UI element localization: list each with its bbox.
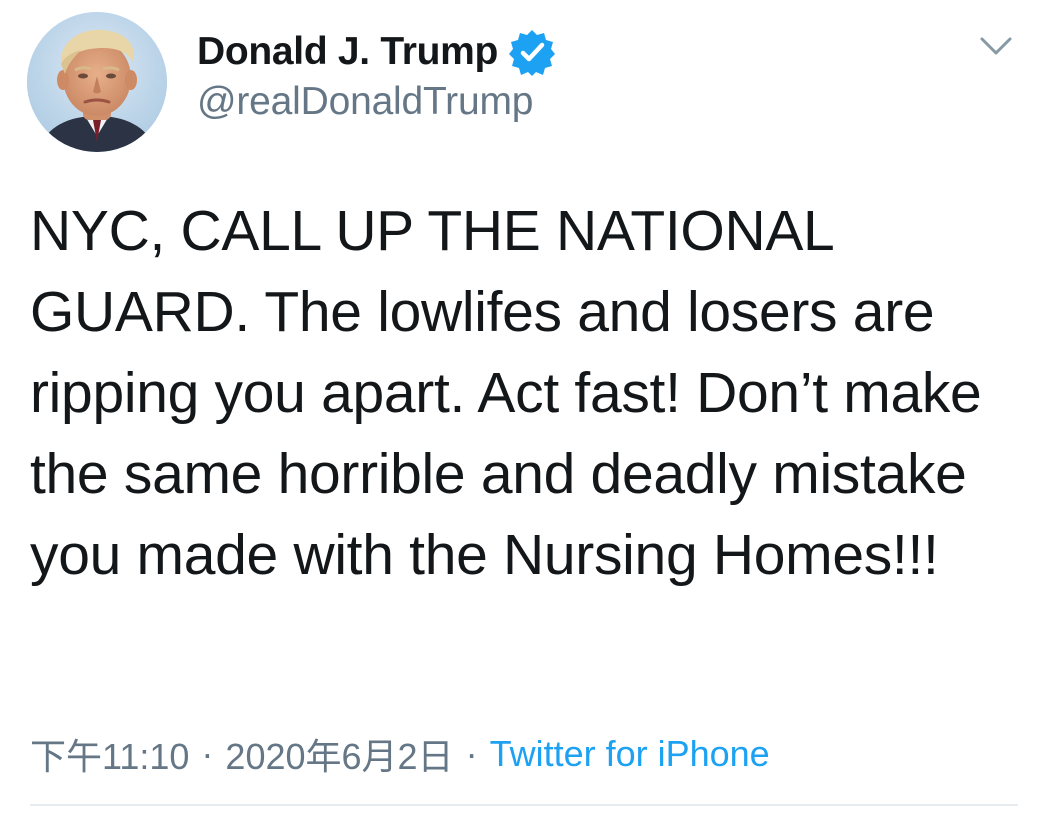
more-options-button[interactable] xyxy=(974,26,1018,66)
tweet-source-link[interactable]: Twitter for iPhone xyxy=(490,733,770,775)
tweet-time[interactable]: 下午11:10 xyxy=(30,728,189,780)
tweet-text: NYC, CALL UP THE NATIONAL GUARD. The low… xyxy=(30,199,982,587)
meta-separator: · xyxy=(201,733,214,774)
divider xyxy=(30,804,1018,806)
tweet-card: Donald J. Trump @realDonaldTrump NYC, CA… xyxy=(0,0,1062,816)
tweet-meta: 下午11:10 · 2020年6月2日 · Twitter for iPhone xyxy=(30,728,770,780)
chevron-down-icon xyxy=(980,37,1012,55)
author-name-row: Donald J. Trump xyxy=(197,26,556,78)
display-name[interactable]: Donald J. Trump xyxy=(197,30,498,74)
author-handle[interactable]: @realDonaldTrump xyxy=(197,80,533,124)
verified-badge-icon xyxy=(508,28,556,76)
avatar[interactable] xyxy=(27,12,167,152)
meta-separator: · xyxy=(465,733,478,774)
profile-photo-icon xyxy=(27,12,167,152)
tweet-date[interactable]: 2020年6月2日 xyxy=(225,728,453,780)
